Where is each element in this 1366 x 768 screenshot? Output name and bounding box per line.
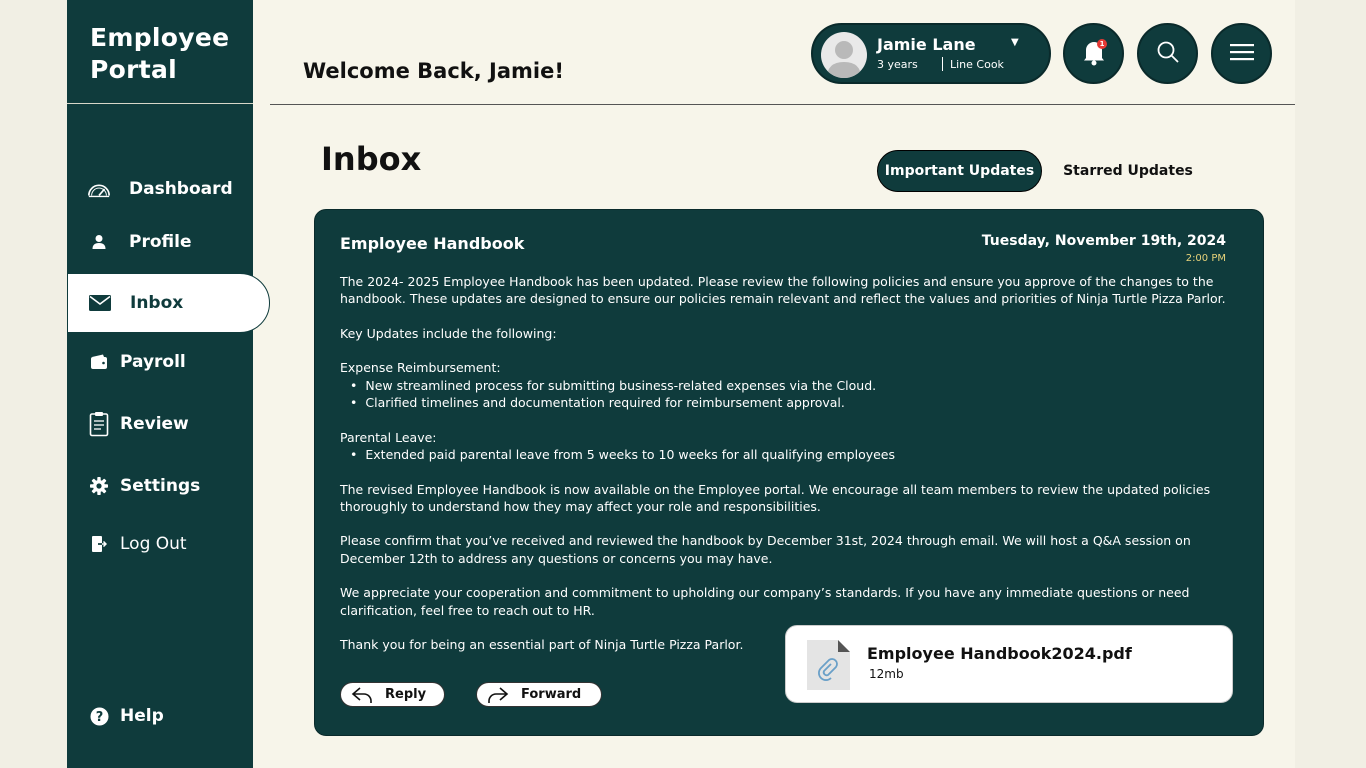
welcome-heading: Welcome Back, Jamie! [303,59,564,83]
attachment-card[interactable]: Employee Handbook2024.pdf 12mb [785,625,1233,703]
message-time: 2:00 PM [1185,253,1226,264]
sidebar-item-label: Help [120,706,164,726]
message-paragraph: We appreciate your cooperation and commi… [340,585,1190,618]
notifications-button[interactable]: 1 [1063,23,1124,84]
help-icon: ? [87,704,111,728]
sidebar-item-help[interactable]: ? Help [67,696,253,736]
clipboard-icon [87,412,111,437]
attachment-size: 12mb [869,667,904,681]
menu-button[interactable] [1211,23,1272,84]
envelope-icon [88,291,112,315]
message-paragraph: The revised Employee Handbook is now ava… [340,481,1211,514]
user-tenure: 3 years [877,58,918,71]
brand-line-1: Employee [90,23,230,52]
chevron-down-icon: ▼ [1011,37,1019,48]
reply-icon [351,686,373,704]
sidebar-item-logout[interactable]: Log Out [67,524,253,564]
search-button[interactable] [1137,23,1198,84]
notification-badge: 1 [1097,39,1107,49]
user-name: Jamie Lane [877,35,976,54]
gear-icon [87,474,111,498]
header-divider [270,104,1295,105]
tab-starred-updates[interactable]: Starred Updates [1057,150,1199,192]
sidebar-item-label: Log Out [120,534,187,554]
message-date: Tuesday, November 19th, 2024 [981,233,1226,249]
message-paragraph: Key Updates include the following: [340,325,557,341]
user-menu[interactable]: Jamie Lane 3 years Line Cook ▼ [811,23,1051,84]
search-icon [1156,40,1180,68]
forward-icon [487,686,509,704]
sidebar-item-label: Dashboard [129,179,233,199]
forward-label: Forward [521,687,582,702]
hamburger-icon [1229,42,1255,66]
sidebar-item-label: Review [120,414,189,434]
page-title: Inbox [321,140,422,178]
message-body: The 2024- 2025 Employee Handbook has bee… [340,273,1250,671]
list-item: New streamlined process for submitting b… [350,377,1250,394]
sidebar-item-settings[interactable]: Settings [67,466,253,506]
avatar [821,32,867,78]
message-paragraph: The 2024- 2025 Employee Handbook has bee… [340,274,1226,307]
message-card: Employee Handbook Tuesday, November 19th… [314,209,1264,736]
file-icon [807,640,850,690]
reply-label: Reply [385,687,427,702]
svg-text:?: ? [95,710,103,725]
app-frame: Employee Portal Dashboard Profile Inbox [67,0,1295,768]
expense-list: New streamlined process for submitting b… [340,377,1250,412]
section-heading: Expense Reimbursement: [340,360,501,376]
brand-line-2: Portal [90,55,178,84]
section-heading: Parental Leave: [340,429,437,445]
forward-button[interactable]: Forward [476,682,602,707]
message-paragraph: Please confirm that you’ve received and … [340,533,1191,566]
list-item: Extended paid parental leave from 5 week… [350,446,1250,463]
brand-logo: Employee Portal [67,0,253,104]
sidebar-item-label: Inbox [130,293,184,313]
sidebar: Employee Portal Dashboard Profile Inbox [67,0,270,768]
divider [942,57,943,71]
sidebar-item-label: Payroll [120,352,186,372]
sidebar-item-profile[interactable]: Profile [67,222,253,262]
sidebar-item-review[interactable]: Review [67,404,253,444]
parental-list: Extended paid parental leave from 5 week… [340,446,1250,463]
tab-important-updates[interactable]: Important Updates [877,150,1042,192]
sidebar-item-dashboard[interactable]: Dashboard [67,169,253,209]
gauge-icon [87,177,111,201]
logout-icon [87,532,111,556]
person-icon [87,230,111,254]
message-subject: Employee Handbook [340,234,525,253]
sidebar-item-inbox[interactable]: Inbox [67,273,270,333]
reply-button[interactable]: Reply [340,682,445,707]
attachment-name: Employee Handbook2024.pdf [867,644,1132,663]
sidebar-item-label: Profile [129,232,192,252]
list-item: Clarified timelines and documentation re… [350,394,1250,411]
sidebar-item-payroll[interactable]: Payroll [67,342,253,382]
user-role: Line Cook [950,58,1004,71]
wallet-icon [87,350,111,374]
sidebar-item-label: Settings [120,476,201,496]
